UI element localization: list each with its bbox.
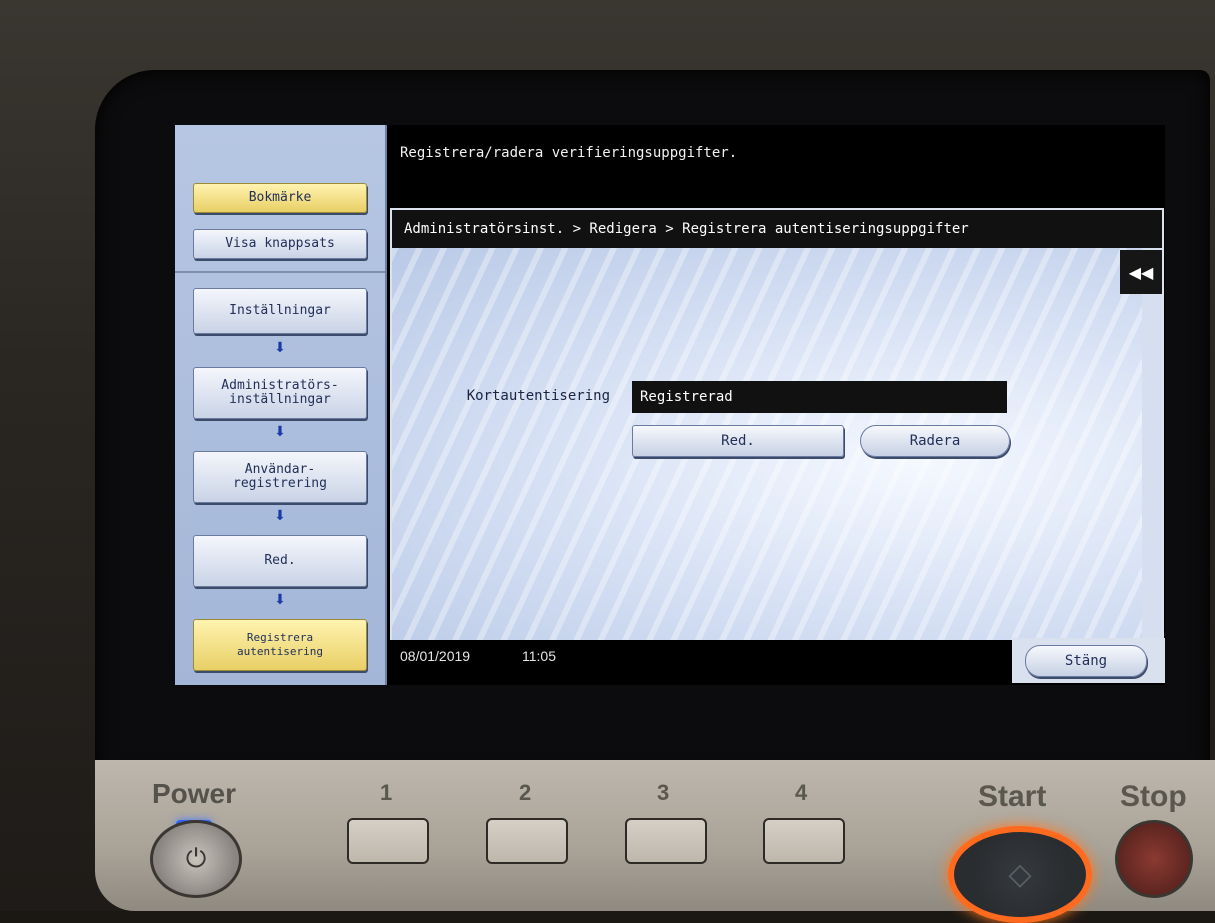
key-1-label: 1 <box>380 780 393 805</box>
breadcrumb: Administratörsinst. > Redigera > Registr… <box>392 210 1162 248</box>
arrow-down-icon: ⬇ <box>274 340 286 356</box>
register-key-1[interactable] <box>347 818 429 864</box>
key-2-label: 2 <box>519 780 532 805</box>
register-key-4[interactable] <box>763 818 845 864</box>
register-key-3[interactable] <box>625 818 707 864</box>
close-button[interactable]: Stäng <box>1025 645 1147 677</box>
key-4-label: 4 <box>795 780 808 805</box>
sidebar-item-register-auth[interactable]: Registrera autentisering <box>193 619 367 671</box>
page-message: Registrera/radera verifieringsuppgifter. <box>400 145 738 161</box>
arrow-down-icon: ⬇ <box>274 508 286 524</box>
start-button[interactable]: ◇ <box>948 826 1092 923</box>
start-icon: ◇ <box>1008 857 1032 892</box>
edit-button[interactable]: Red. <box>632 425 844 457</box>
key-3-label: 3 <box>657 780 670 805</box>
card-auth-label: Kortautentisering <box>466 388 610 404</box>
register-key-2[interactable] <box>486 818 568 864</box>
show-keypad-button[interactable]: Visa knappsats <box>193 229 367 259</box>
delete-button[interactable]: Radera <box>860 425 1010 457</box>
sidebar-item-user-registration[interactable]: Användar- registrering <box>193 451 367 503</box>
collapse-panel-button[interactable]: ◀◀ <box>1120 250 1162 294</box>
time-display: 11:05 <box>522 648 556 664</box>
power-label: Power <box>152 778 237 809</box>
arrow-down-icon: ⬇ <box>274 592 286 608</box>
card-auth-status: Registrerad <box>632 381 1007 413</box>
main-window: Administratörsinst. > Redigera > Registr… <box>390 208 1164 642</box>
sidebar: Bokmärke Visa knappsats Inställningar ⬇ … <box>175 125 387 685</box>
bookmark-button[interactable]: Bokmärke <box>193 183 367 213</box>
sidebar-divider <box>175 271 385 273</box>
power-icon: ⏻ <box>185 843 207 874</box>
rewind-icon: ◀◀ <box>1128 262 1154 282</box>
sidebar-item-edit[interactable]: Red. <box>193 535 367 587</box>
sidebar-item-admin-settings[interactable]: Administratörs- inställningar <box>193 367 367 419</box>
stop-button[interactable] <box>1115 820 1193 898</box>
arrow-down-icon: ⬇ <box>274 424 286 440</box>
sidebar-item-settings[interactable]: Inställningar <box>193 288 367 334</box>
start-label: Start <box>978 780 1047 813</box>
date-display: 08/01/2019 <box>400 648 471 664</box>
stop-label: Stop <box>1120 780 1187 813</box>
power-button[interactable]: ⏻ <box>150 820 242 898</box>
content-area: Kortautentisering Registrerad Red. Rader… <box>392 248 1142 640</box>
